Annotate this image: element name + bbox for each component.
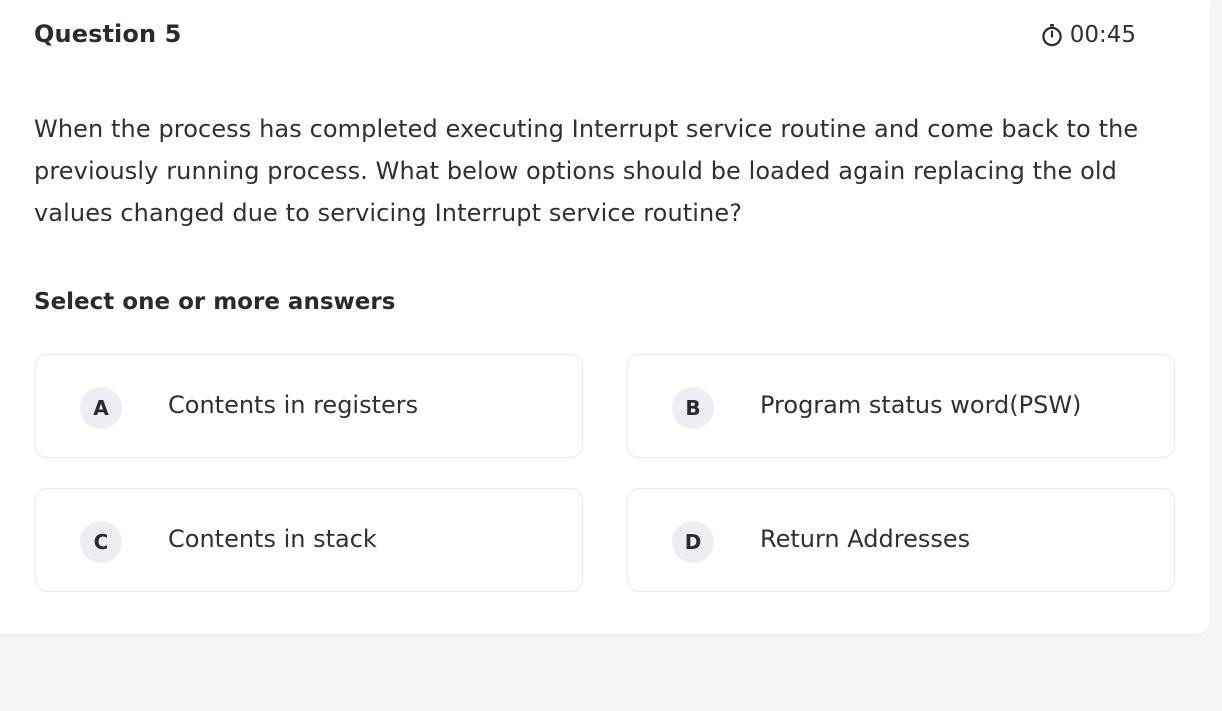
option-letter-badge: A	[80, 387, 122, 429]
question-card: Question 5 00:45 When the process has co…	[0, 0, 1210, 634]
option-c[interactable]: C Contents in stack	[35, 488, 583, 592]
option-b[interactable]: B Program status word(PSW)	[627, 354, 1175, 458]
question-title: Question 5	[34, 20, 182, 48]
option-letter-badge: C	[80, 521, 122, 563]
timer: 00:45	[1040, 22, 1136, 48]
option-d[interactable]: D Return Addresses	[627, 488, 1175, 592]
question-text: When the process has completed executing…	[34, 115, 1139, 227]
option-letter-badge: B	[672, 387, 714, 429]
option-label: Return Addresses	[760, 525, 971, 553]
option-label: Program status word(PSW)	[760, 391, 1082, 419]
stopwatch-icon	[1040, 23, 1064, 47]
answer-instruction: Select one or more answers	[34, 289, 396, 315]
timer-value: 00:45	[1069, 22, 1136, 48]
option-label: Contents in stack	[168, 525, 377, 553]
option-a[interactable]: A Contents in registers	[35, 354, 583, 458]
option-label: Contents in registers	[168, 391, 419, 419]
option-letter-badge: D	[672, 521, 714, 563]
